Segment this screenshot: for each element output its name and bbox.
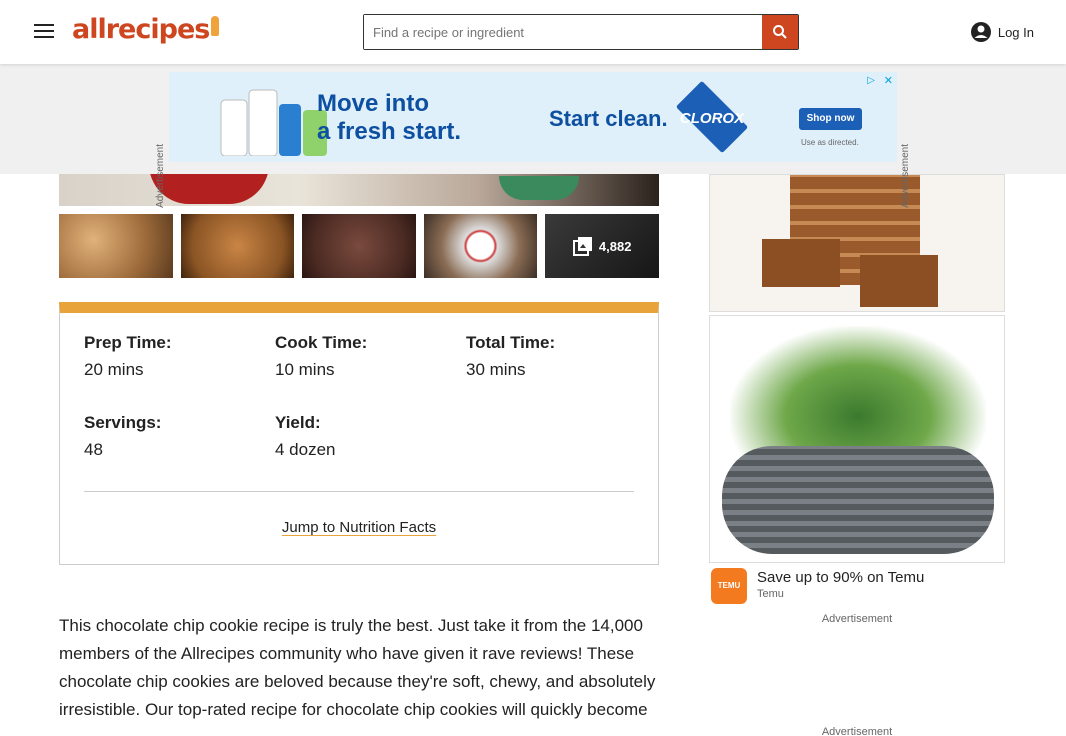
site-header: allrecipes Log In: [0, 0, 1066, 64]
ad-headline: Move into a fresh start.: [317, 90, 462, 145]
search-icon: [773, 25, 787, 39]
ad-label: Advertisement: [821, 726, 893, 736]
photo-thumbnails: 4,882: [59, 214, 659, 278]
prep-time: Prep Time: 20 mins: [84, 333, 172, 380]
account-icon: [970, 22, 991, 42]
cook-time-value: 10 mins: [275, 360, 335, 379]
shop-now-button[interactable]: Shop now: [799, 108, 862, 130]
bottles-image: [220, 89, 327, 156]
servings-label: Servings:: [84, 413, 162, 432]
details-divider: [84, 491, 634, 492]
yield-value: 4 dozen: [275, 440, 336, 459]
view-all-photos-button[interactable]: 4,882: [545, 214, 659, 278]
trellis-planter-ad[interactable]: [709, 174, 1005, 312]
garden-bed-image: [722, 446, 994, 554]
login-button[interactable]: Log In: [970, 21, 1034, 43]
prep-time-label: Prep Time:: [84, 333, 172, 352]
adchoices-icon[interactable]: ▷: [867, 75, 875, 86]
photo-count: 4,882: [598, 238, 632, 254]
servings-value: 48: [84, 440, 103, 459]
spoon-icon: [211, 16, 220, 36]
jump-to-nutrition-link[interactable]: Jump to Nutrition Facts: [60, 519, 658, 536]
logo-text: allrecipes: [72, 14, 210, 45]
total-time-value: 30 mins: [466, 360, 526, 379]
temu-brand: Temu: [757, 588, 784, 600]
cook-time: Cook Time: 10 mins: [275, 333, 367, 380]
ad-tagline: Start clean.: [549, 106, 668, 131]
recipe-hero-image[interactable]: [59, 174, 659, 206]
yield-label: Yield:: [275, 413, 321, 432]
search-bar: [363, 14, 799, 50]
search-input[interactable]: [364, 15, 762, 49]
ad-side-label-left: Advertisement: [155, 144, 166, 208]
mixer-image-detail: [149, 174, 269, 204]
temu-ad-caption[interactable]: TEMU Save up to 90% on Temu Temu: [709, 567, 1005, 607]
total-time-label: Total Time:: [466, 333, 556, 352]
thumbnail[interactable]: [180, 214, 295, 278]
raised-garden-bed-ad[interactable]: [709, 315, 1005, 563]
ad-side-label-right: Advertisement: [900, 144, 911, 208]
thumbnail[interactable]: [302, 214, 416, 278]
prep-time-value: 20 mins: [84, 360, 144, 379]
thumbnail[interactable]: [59, 214, 173, 278]
cook-time-label: Cook Time:: [275, 333, 368, 352]
login-label: Log In: [997, 24, 1034, 40]
close-icon[interactable]: ✕: [884, 74, 893, 87]
servings: Servings: 48: [84, 413, 161, 460]
ad-disclaimer: Use as directed.: [801, 138, 859, 147]
bowl-image-detail: [499, 176, 579, 200]
ad-label: Advertisement: [821, 613, 893, 625]
recipe-details-card: Prep Time: 20 mins Cook Time: 10 mins To…: [59, 302, 659, 565]
planter-box-image: [860, 255, 938, 307]
photo-gallery-icon: [572, 237, 592, 256]
temu-headline: Save up to 90% on Temu: [757, 569, 925, 586]
planter-box-image: [762, 239, 840, 287]
total-time: Total Time: 30 mins: [466, 333, 555, 380]
recipe-intro-text: This chocolate chip cookie recipe is tru…: [59, 616, 656, 719]
menu-icon[interactable]: [30, 20, 58, 44]
thumbnail[interactable]: [423, 214, 538, 278]
clorox-ad[interactable]: Move into a fresh start. Start clean. CLO…: [169, 72, 897, 162]
yield: Yield: 4 dozen: [275, 413, 336, 460]
clorox-brand: CLOROX: [679, 110, 745, 127]
temu-logo: TEMU: [711, 568, 747, 604]
allrecipes-logo[interactable]: allrecipes: [72, 14, 220, 45]
top-ad-band: Advertisement Advertisement Move into a f…: [0, 64, 1066, 208]
search-button[interactable]: [762, 15, 798, 49]
